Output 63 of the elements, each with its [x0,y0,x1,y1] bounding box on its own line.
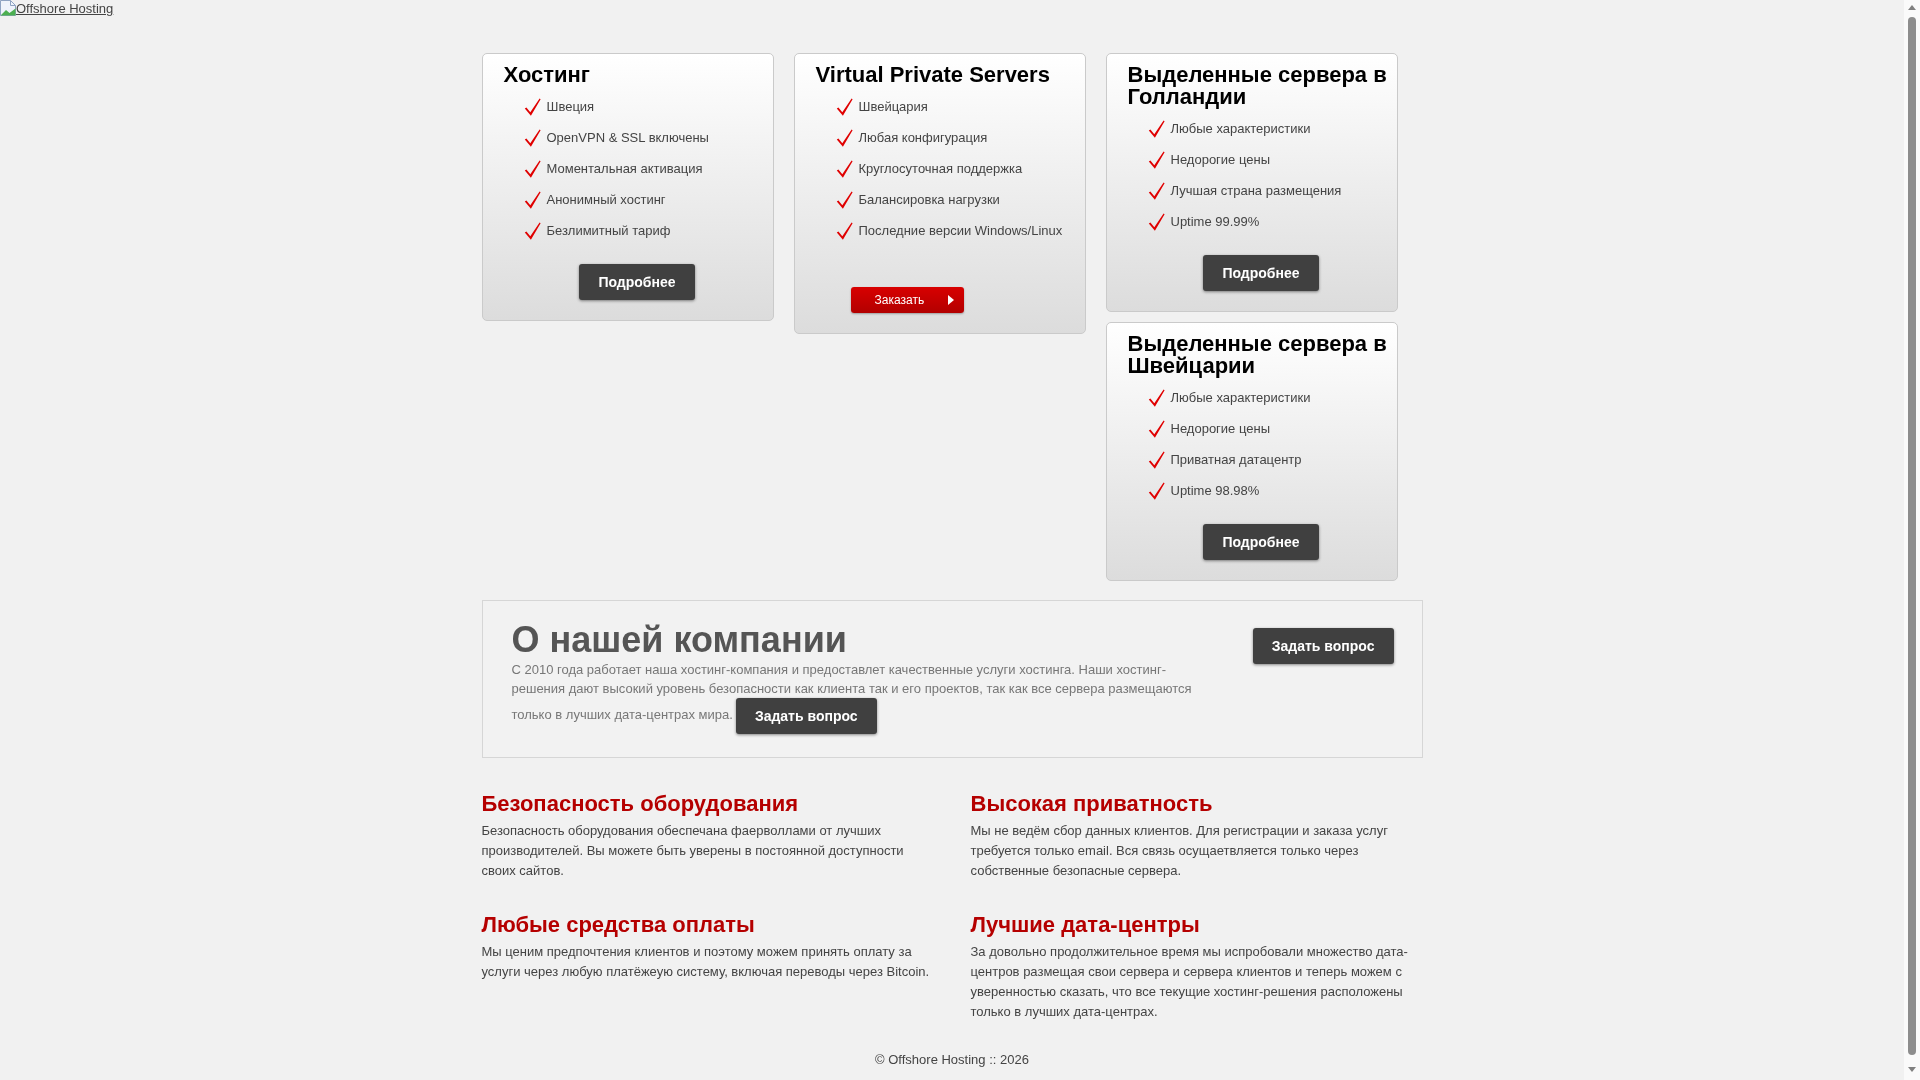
feature-text: Uptime 99.99% [1170,213,1260,230]
feature-heading: Любые средства оплаты [481,912,756,938]
logo-link[interactable]: Offshore Hosting [0,0,114,16]
footer-text: © Offshore Hosting :: 2026 [875,1052,1029,1067]
feature-text: Любая конфигурация [858,129,988,146]
feature-text: Любые характеристики [1170,389,1311,406]
feature-text: Швеция [546,98,595,115]
feature-heading: Безопасность оборудования [481,791,800,817]
ask-question-button[interactable]: Задать вопрос [1252,628,1394,664]
card-title: Virtual Private Servers [815,64,1051,86]
details-button[interactable]: Подробнее [579,264,695,300]
feature-text: Недорогие цены [1170,151,1270,168]
ask-question-button[interactable]: Задать вопрос [735,698,877,734]
feature-text: Приватная датацентр [1170,451,1302,468]
card-title: Выделенные сервера в Швейцарии [1127,333,1388,377]
feature-text: Uptime 98.98% [1170,482,1260,499]
card-title: Хостинг [503,64,592,86]
scrollbar-thumb[interactable] [1908,17,1916,1055]
check-icon [1147,150,1165,169]
about-text: С 2010 года работает наша хостинг-компания и предоставлет качественные услуги хостинга. Наши хостинг-решения дают высокий уровень безопасности как клиента так и его проектов, так как все сервера размещаются только в лучших дата-центрах мира. Задать вопрос [511,660,1204,734]
about-title: О нашей компании [511,620,848,660]
feature-text: Лучшая страна размещения [1170,182,1342,199]
details-button[interactable]: Подробнее [1203,255,1319,291]
triangle-right-icon [948,295,955,305]
card-title: Выделенные сервера в Голландии [1127,64,1388,108]
feature-description: Безопасность оборудования обеспечана фаерволлами от лучших производителей. Вы можете быть уверены в постоянной доступности своих сайтов. [481,822,905,880]
feature-text: Безлимитный тариф [546,222,671,239]
check-icon [523,190,541,209]
feature-text: Швейцария [858,98,928,115]
up-arrow-icon[interactable] [1908,5,1916,10]
check-icon [523,221,541,240]
feature-text: Недорогие цены [1170,420,1270,437]
check-icon [1147,388,1165,407]
check-icon [523,128,541,147]
check-icon [1147,212,1165,231]
check-icon [835,221,853,240]
check-icon [1147,481,1165,500]
check-icon [523,159,541,178]
check-icon [1147,181,1165,200]
check-icon [835,128,853,147]
feature-text: Балансировка нагрузки [858,191,1000,208]
feature-text: Анонимный хостинг [546,191,666,208]
scrollbar[interactable] [1904,0,1920,1080]
feature-description: За довольно продолжительное время мы испробовали множество дата-центров размещая свои сервера и сервера клиентов и теперь можем с уверенностью сказать, что все текущие хостинг-решения расположены только в лучших дата-центрах. [970,943,1409,1021]
check-icon [1147,419,1165,438]
feature-text: OpenVPN & SSL включены [546,129,709,146]
check-icon [835,97,853,116]
feature-text: Моментальная активация [546,160,703,177]
check-icon [835,190,853,209]
order-button[interactable]: Заказать [850,287,965,313]
feature-text: Круглосуточная поддержка [858,160,1023,177]
feature-text: Любые характеристики [1170,120,1311,137]
check-icon [1147,450,1165,469]
feature-description: Мы ценим предпочтения клиентов и поэтому можем принять оплату за услуги через любую платёжеую систему, включая переводы через Bitcoin. [481,943,931,981]
check-icon [523,97,541,116]
feature-heading: Лучшие дата-центры [970,912,1201,938]
down-arrow-icon[interactable] [1908,1067,1916,1072]
feature-text: Последние версии Windows/Linux [858,222,1063,239]
check-icon [1147,119,1165,138]
check-icon [835,159,853,178]
feature-description: Мы не ведём сбор данных клиентов. Для регистрации и заказа услуг требуется только email. Вся связь осущаетвляется только через собственные безопасные сервера. [970,822,1389,880]
feature-heading: Высокая приватность [970,791,1214,817]
details-button[interactable]: Подробнее [1203,524,1319,560]
